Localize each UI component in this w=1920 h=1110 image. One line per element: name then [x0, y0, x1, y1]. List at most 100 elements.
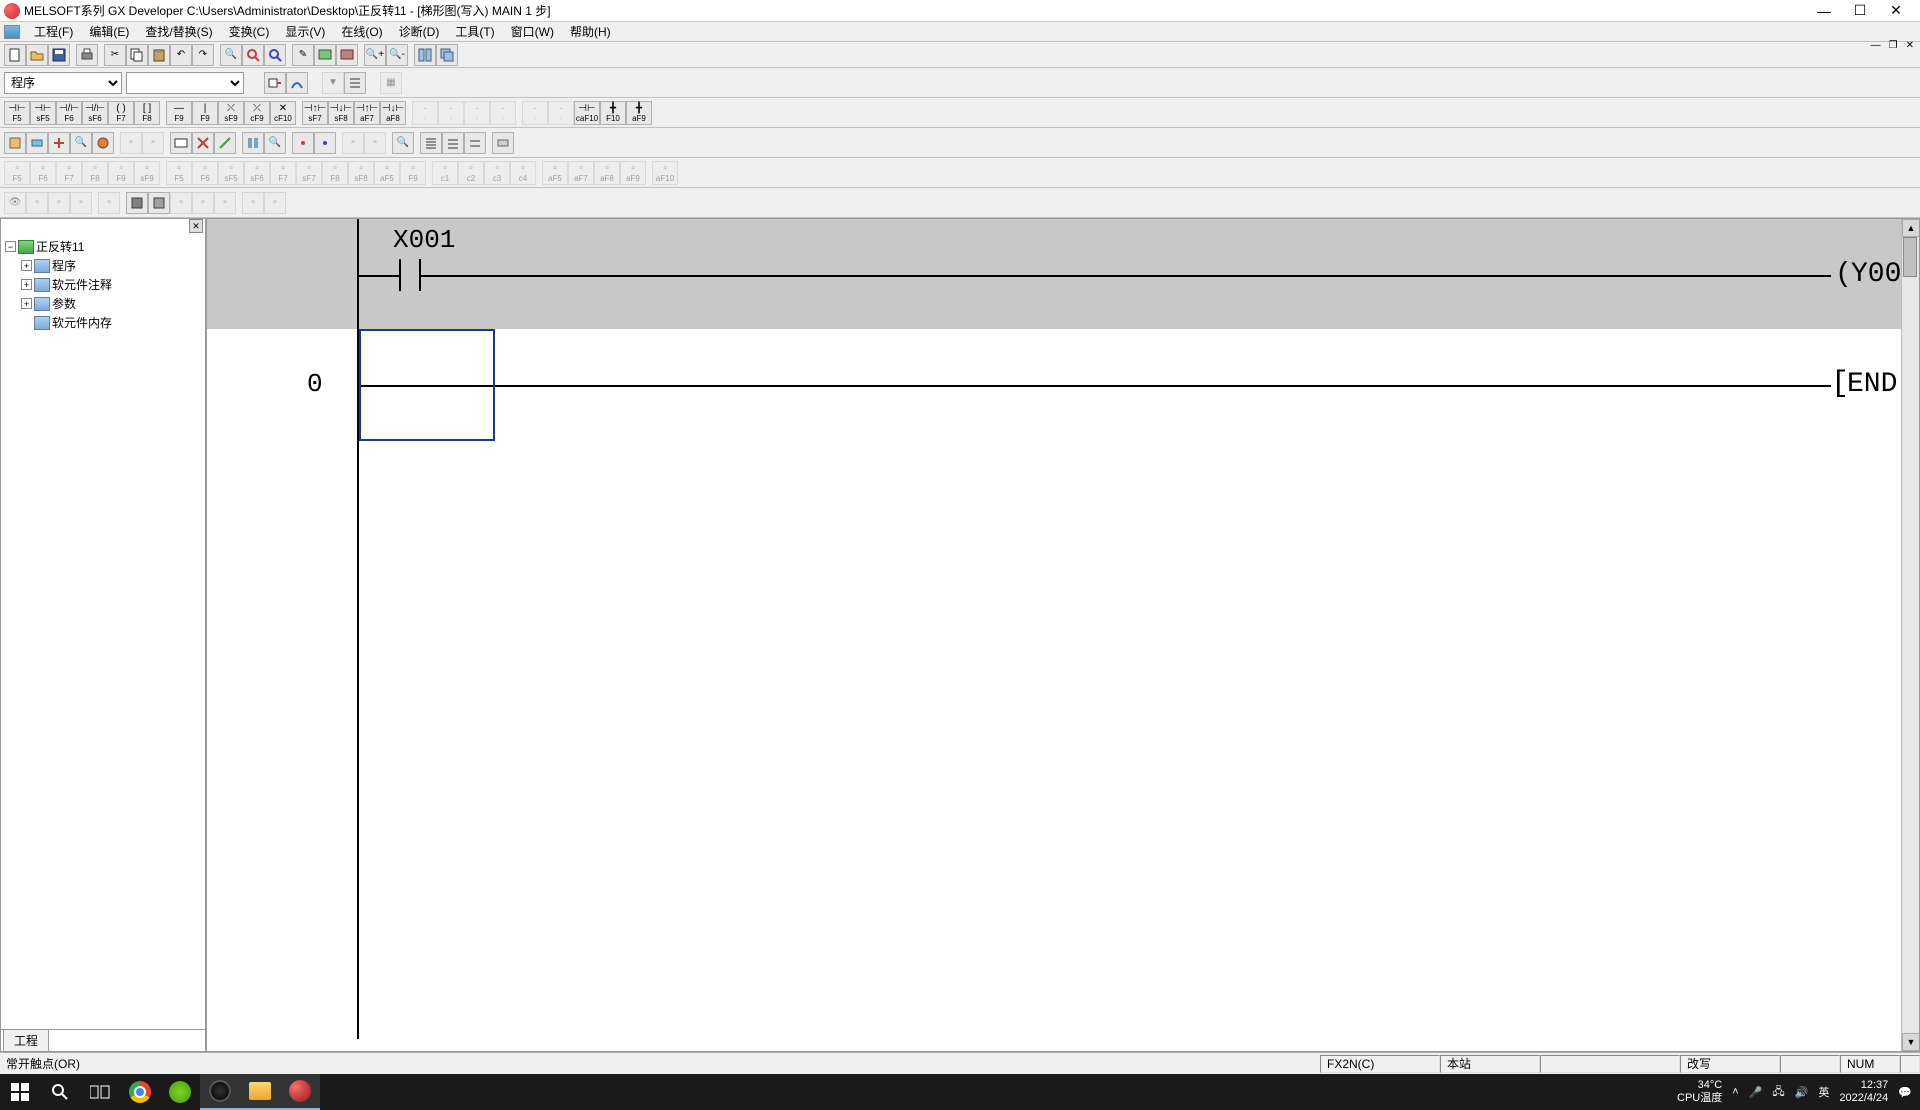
tb2-btn-2[interactable]	[26, 132, 48, 154]
tray-network-icon[interactable]: 🖧	[1772, 1083, 1784, 1102]
coil-button[interactable]: ( )F7	[108, 101, 134, 125]
close-button[interactable]: ✕	[1884, 3, 1908, 19]
chrome-icon[interactable]	[120, 1074, 160, 1110]
tb2-btn-21[interactable]	[492, 132, 514, 154]
program-name-combo[interactable]	[126, 72, 244, 94]
zoom-out-button[interactable]: 🔍-	[386, 44, 408, 66]
tree-node-param[interactable]: + 参数	[5, 294, 201, 313]
tray-mic-icon[interactable]: 🎤	[1749, 1086, 1763, 1099]
line-button[interactable]: ╋F10	[600, 101, 626, 125]
tray-ime[interactable]: 英	[1818, 1084, 1829, 1100]
menu-help[interactable]: 帮助(H)	[562, 21, 619, 42]
tree-node-devmem[interactable]: 软元件内存	[5, 313, 201, 332]
tb2-btn-5[interactable]	[92, 132, 114, 154]
tree-root[interactable]: − 正反转11	[5, 237, 201, 256]
taskview-button[interactable]	[80, 1074, 120, 1110]
application-button[interactable]: [ ]F8	[134, 101, 160, 125]
tree-toggle-icon[interactable]: +	[21, 298, 32, 309]
tb2-btn-19[interactable]	[442, 132, 464, 154]
menu-tools[interactable]: 工具(T)	[447, 21, 502, 42]
tb2-btn-4[interactable]: 🔍	[70, 132, 92, 154]
tb2-btn-14[interactable]	[314, 132, 336, 154]
obs-icon[interactable]	[200, 1074, 240, 1110]
mdi-restore[interactable]: ❐	[1887, 40, 1900, 51]
edit-mode-button[interactable]: ✎	[292, 44, 314, 66]
tray-clock[interactable]: 12:37 2022/4/24	[1839, 1079, 1888, 1105]
write-mode-button[interactable]	[336, 44, 358, 66]
tree-toggle-icon[interactable]: +	[21, 260, 32, 271]
ladder-rung-0[interactable]: X001 ( Y000 )	[207, 219, 1901, 329]
pulse-rise-or-button[interactable]: ⊣↑⊢aF7	[354, 101, 380, 125]
tb2-btn-18[interactable]	[420, 132, 442, 154]
tray-weather[interactable]: 34°C CPU温度	[1677, 1079, 1722, 1105]
tb2-btn-8[interactable]	[170, 132, 192, 154]
scroll-up-button[interactable]: ▲	[1902, 219, 1920, 237]
pulse-fall-or-button[interactable]: ⊣↓⊢aF8	[380, 101, 406, 125]
vertical-scrollbar[interactable]: ▲ ▼	[1901, 219, 1919, 1051]
menu-diagnose[interactable]: 诊断(D)	[391, 21, 448, 42]
scroll-down-button[interactable]: ▼	[1902, 1033, 1920, 1051]
tray-notifications-icon[interactable]: 💬	[1898, 1086, 1912, 1099]
menu-view[interactable]: 显示(V)	[277, 21, 333, 42]
print-button[interactable]	[76, 44, 98, 66]
tb2-btn-17[interactable]: 🔍	[392, 132, 414, 154]
pulse-fall-button[interactable]: ⊣↓⊢sF8	[328, 101, 354, 125]
start-button[interactable]	[0, 1074, 40, 1110]
open-button[interactable]	[26, 44, 48, 66]
invert-button[interactable]: ⊣⊢caF10	[574, 101, 600, 125]
tree-tab-project[interactable]: 工程	[3, 1029, 49, 1051]
paste-button[interactable]	[148, 44, 170, 66]
pulse-rise-button[interactable]: ⊣↑⊢sF7	[302, 101, 328, 125]
tray-volume-icon[interactable]: 🔊	[1795, 1086, 1809, 1099]
tree-node-program[interactable]: + 程序	[5, 256, 201, 275]
contact-no-button[interactable]: ⊣⊢F5	[4, 101, 30, 125]
maximize-button[interactable]: ☐	[1848, 3, 1872, 19]
explorer-icon[interactable]	[240, 1074, 280, 1110]
jump-button[interactable]	[286, 72, 308, 94]
line-del-button[interactable]: ╋aF9	[626, 101, 652, 125]
monitor-mode-button[interactable]	[314, 44, 336, 66]
menu-online[interactable]: 在线(O)	[333, 21, 390, 42]
tree-node-comment[interactable]: + 软元件注释	[5, 275, 201, 294]
hline-button[interactable]: —F9	[166, 101, 192, 125]
menu-window[interactable]: 窗口(W)	[503, 21, 562, 42]
menu-find[interactable]: 查找/替换(S)	[137, 21, 220, 42]
tree-body[interactable]: − 正反转11 + 程序 + 软元件注释 + 参数	[1, 219, 205, 1029]
redo-button[interactable]: ↷	[192, 44, 214, 66]
copy-button[interactable]	[126, 44, 148, 66]
browser360-icon[interactable]	[160, 1074, 200, 1110]
save-button[interactable]	[48, 44, 70, 66]
program-type-combo[interactable]: 程序	[4, 72, 122, 94]
dbg-7[interactable]	[148, 192, 170, 214]
ladder-rung-1[interactable]: 0 [ END ]	[207, 329, 1901, 439]
new-button[interactable]	[4, 44, 26, 66]
ladder-editor[interactable]: X001 ( Y000 ) 0 [ END ]	[206, 218, 1920, 1052]
find-instruction-button[interactable]	[264, 44, 286, 66]
dbg-6[interactable]	[126, 192, 148, 214]
gxdev-icon[interactable]	[280, 1074, 320, 1110]
del-button[interactable]: ✕cF10	[270, 101, 296, 125]
ladder-canvas[interactable]: X001 ( Y000 ) 0 [ END ]	[207, 219, 1901, 1051]
tray-chevron-icon[interactable]: ˄	[1732, 1086, 1738, 1098]
search-button[interactable]	[40, 1074, 80, 1110]
contact-no-or-button[interactable]: ⊣⊢sF5	[30, 101, 56, 125]
find-device-button[interactable]	[242, 44, 264, 66]
vline-button[interactable]: |F9	[192, 101, 218, 125]
mdi-close[interactable]: ✕	[1904, 40, 1916, 51]
tb2-btn-1[interactable]	[4, 132, 26, 154]
find-button[interactable]: 🔍	[220, 44, 242, 66]
zoom-in-button[interactable]: 🔍+	[364, 44, 386, 66]
window-cascade-button[interactable]	[436, 44, 458, 66]
cut-button[interactable]: ✂	[104, 44, 126, 66]
tb2-btn-11[interactable]	[242, 132, 264, 154]
tb2-btn-20[interactable]	[464, 132, 486, 154]
tb2-btn-10[interactable]	[214, 132, 236, 154]
tb2-btn-9[interactable]	[192, 132, 214, 154]
window-tile-button[interactable]	[414, 44, 436, 66]
undo-button[interactable]: ↶	[170, 44, 192, 66]
tb2-btn-12[interactable]: 🔍	[264, 132, 286, 154]
menu-edit[interactable]: 编辑(E)	[81, 21, 137, 42]
goto-button[interactable]	[264, 72, 286, 94]
tb2-btn-13[interactable]	[292, 132, 314, 154]
tree-toggle-icon[interactable]: −	[5, 241, 16, 252]
